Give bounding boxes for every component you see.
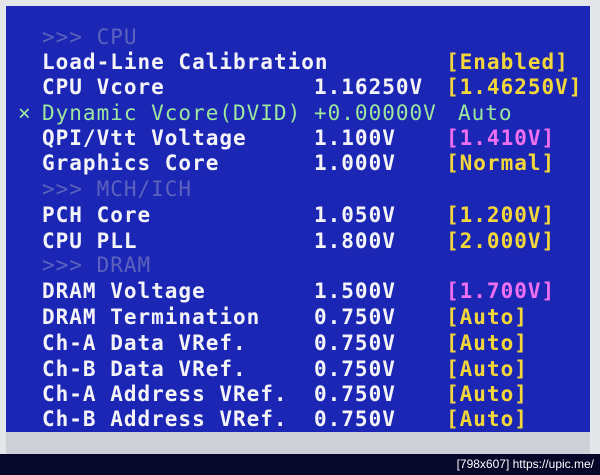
setting-value[interactable]: [2.000V] <box>446 228 555 254</box>
section-header-label: >>> CPU <box>42 25 138 49</box>
setting-label: DRAM Termination <box>42 305 261 329</box>
setting-row-dram-voltage[interactable]: DRAM Voltage 1.500V [1.700V] <box>6 278 590 304</box>
disabled-marker-icon: × <box>18 101 32 125</box>
setting-value[interactable]: [1.410V] <box>446 125 555 151</box>
current-value: +0.00000V <box>314 101 437 125</box>
setting-value[interactable]: [1.46250V] <box>446 74 582 100</box>
setting-label: Graphics Core <box>42 151 220 175</box>
current-value: 1.050V <box>314 203 396 227</box>
setting-row-dynamic-vcore: × Dynamic Vcore(DVID) +0.00000V Auto <box>6 100 590 126</box>
current-value: 0.750V <box>314 407 396 431</box>
bios-bottom-bar <box>6 432 590 454</box>
setting-label: QPI/Vtt Voltage <box>42 126 247 150</box>
setting-value[interactable]: [1.700V] <box>446 278 555 304</box>
section-header-label: >>> MCH/ICH <box>42 177 193 201</box>
section-header-label: >>> DRAM <box>42 253 152 277</box>
setting-label: Load-Line Calibration <box>42 50 329 74</box>
photo-frame: >>> CPU Load-Line Calibration [Enabled] … <box>0 0 600 475</box>
setting-label: Ch-B Data VRef. <box>42 357 247 381</box>
section-header-cpu: >>> CPU <box>6 24 590 50</box>
setting-row-qpi-vtt-voltage[interactable]: QPI/Vtt Voltage 1.100V [1.410V] <box>6 125 590 151</box>
setting-row-cpu-pll[interactable]: CPU PLL 1.800V [2.000V] <box>6 228 590 254</box>
current-value: 1.16250V <box>314 75 424 99</box>
setting-row-pch-core[interactable]: PCH Core 1.050V [1.200V] <box>6 202 590 228</box>
current-value: 1.800V <box>314 229 396 253</box>
current-value: 0.750V <box>314 331 396 355</box>
setting-value[interactable]: [Enabled] <box>446 49 569 75</box>
current-value: 0.750V <box>314 357 396 381</box>
setting-label: Ch-B Address VRef. <box>42 407 288 431</box>
setting-row-load-line-calibration[interactable]: Load-Line Calibration [Enabled] <box>6 49 590 75</box>
setting-label: Ch-A Data VRef. <box>42 331 247 355</box>
setting-value: Auto <box>458 101 513 125</box>
setting-row-chb-address-vref[interactable]: Ch-B Address VRef. 0.750V [Auto] <box>6 406 590 432</box>
setting-value[interactable]: [Auto] <box>446 356 528 382</box>
watermark-strip: [798x607] https://upic.me/ <box>0 454 600 475</box>
setting-row-dram-termination[interactable]: DRAM Termination 0.750V [Auto] <box>6 304 590 330</box>
setting-value[interactable]: [Auto] <box>446 330 528 356</box>
setting-label: Dynamic Vcore(DVID) <box>42 101 302 125</box>
section-header-dram: >>> DRAM <box>6 252 590 278</box>
setting-value[interactable]: [Auto] <box>446 304 528 330</box>
section-header-mch-ich: >>> MCH/ICH <box>6 176 590 202</box>
setting-row-graphics-core[interactable]: Graphics Core 1.000V [Normal] <box>6 150 590 176</box>
setting-value[interactable]: [Normal] <box>446 150 555 176</box>
setting-label: PCH Core <box>42 203 152 227</box>
setting-row-cpu-vcore[interactable]: CPU Vcore 1.16250V [1.46250V] <box>6 74 590 100</box>
setting-row-chb-data-vref[interactable]: Ch-B Data VRef. 0.750V [Auto] <box>6 356 590 382</box>
setting-label: CPU PLL <box>42 229 138 253</box>
current-value: 0.750V <box>314 382 396 406</box>
current-value: 1.500V <box>314 279 396 303</box>
current-value: 0.750V <box>314 305 396 329</box>
setting-value[interactable]: [1.200V] <box>446 202 555 228</box>
setting-row-cha-data-vref[interactable]: Ch-A Data VRef. 0.750V [Auto] <box>6 330 590 356</box>
setting-row-cha-address-vref[interactable]: Ch-A Address VRef. 0.750V [Auto] <box>6 381 590 407</box>
current-value: 1.000V <box>314 151 396 175</box>
setting-label: CPU Vcore <box>42 75 165 99</box>
watermark-text: [798x607] https://upic.me/ <box>456 457 594 471</box>
bios-screen: >>> CPU Load-Line Calibration [Enabled] … <box>6 6 590 432</box>
setting-label: DRAM Voltage <box>42 279 206 303</box>
setting-value[interactable]: [Auto] <box>446 406 528 432</box>
current-value: 1.100V <box>314 126 396 150</box>
setting-label: Ch-A Address VRef. <box>42 382 288 406</box>
setting-value[interactable]: [Auto] <box>446 381 528 407</box>
